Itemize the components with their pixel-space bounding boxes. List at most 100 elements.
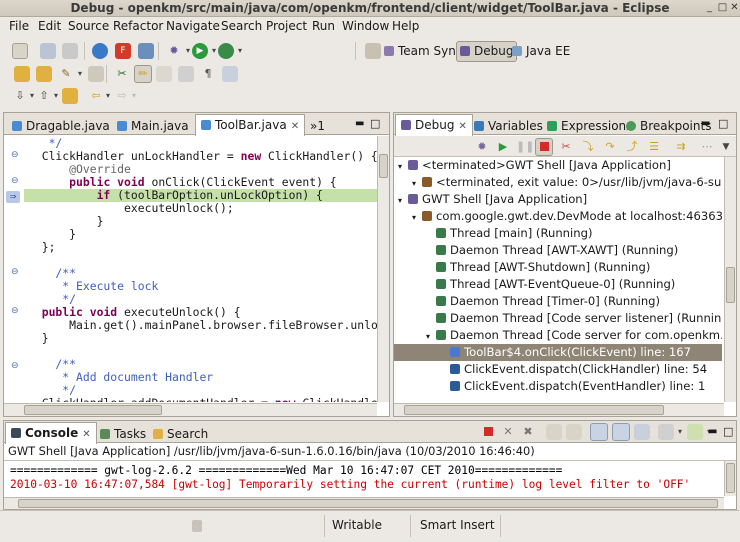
- resume-icon[interactable]: ▶: [495, 139, 511, 155]
- menu-window[interactable]: Window: [342, 19, 389, 33]
- show-whitespace-icon[interactable]: ¶: [200, 66, 216, 82]
- remove-all-icon[interactable]: ✖: [520, 424, 536, 440]
- fold-icon[interactable]: ⊖: [11, 362, 19, 371]
- scroll-thumb[interactable]: [726, 267, 735, 303]
- stack-frame[interactable]: ToolBar$4.onClick(ClickEvent) line: 167: [394, 344, 722, 361]
- menu-project[interactable]: Project: [266, 19, 307, 33]
- scroll-thumb[interactable]: [18, 499, 718, 508]
- tab-debug[interactable]: Debug ✕: [395, 114, 473, 136]
- show-stdout-icon[interactable]: [590, 423, 608, 441]
- scroll-lock-icon[interactable]: [566, 424, 582, 440]
- expand-toggle-icon[interactable]: ▾: [426, 328, 436, 344]
- menu-run[interactable]: Run: [312, 19, 335, 33]
- skip-breakpoints-icon[interactable]: ✂: [114, 66, 130, 82]
- highlight-icon[interactable]: ✏: [134, 65, 152, 83]
- disabled-icon[interactable]: [88, 66, 104, 82]
- menu-refactor[interactable]: Refactor: [113, 19, 163, 33]
- remove-launch-icon[interactable]: ✕: [500, 424, 516, 440]
- menu-edit[interactable]: Edit: [38, 19, 61, 33]
- scroll-thumb[interactable]: [379, 154, 388, 178]
- perspective-debug[interactable]: Debug: [456, 41, 518, 62]
- maximize-view-icon[interactable]: □: [370, 117, 380, 130]
- step-into-icon[interactable]: ⤵: [580, 139, 596, 155]
- fold-icon[interactable]: ⊖: [11, 151, 19, 160]
- tree-node[interactable]: ▾ <terminated, exit value: 0>/usr/lib/jvm…: [394, 174, 722, 191]
- tree-node[interactable]: Thread [main] (Running): [394, 225, 722, 242]
- tree-node[interactable]: Daemon Thread [AWT-XAWT] (Running): [394, 242, 722, 259]
- debug-menu-icon[interactable]: ⋯: [699, 139, 715, 155]
- chevron-down-icon[interactable]: ▾: [672, 424, 688, 440]
- minimize-view-icon[interactable]: ▬: [708, 426, 717, 437]
- code-editor[interactable]: */ ClickHandler unLockHandler = new Clic…: [24, 136, 377, 402]
- save-icon[interactable]: [40, 43, 56, 59]
- chevron-down-icon[interactable]: ▾: [232, 43, 248, 59]
- tree-node[interactable]: ▾ <terminated>GWT Shell [Java Application…: [394, 157, 722, 174]
- terminate-button[interactable]: [535, 138, 553, 156]
- expand-toggle-icon[interactable]: ▾: [412, 209, 422, 225]
- editor-vertical-scrollbar[interactable]: [377, 136, 389, 402]
- maximize-icon[interactable]: □: [717, 3, 728, 14]
- minimize-icon[interactable]: _: [704, 3, 715, 14]
- tab-variables[interactable]: Variables: [468, 115, 549, 135]
- tree-node[interactable]: ▾ GWT Shell [Java Application]: [394, 191, 722, 208]
- menu-help[interactable]: Help: [392, 19, 419, 33]
- open-perspective-icon[interactable]: [365, 43, 381, 59]
- console-output[interactable]: ============= gwt-log-2.6.2 ============…: [4, 461, 724, 496]
- debug-vertical-scrollbar[interactable]: [724, 157, 736, 402]
- terminate-button[interactable]: [480, 424, 496, 440]
- clear-console-icon[interactable]: [546, 424, 562, 440]
- suspend-icon[interactable]: ❚❚: [516, 139, 534, 155]
- show-stderr-icon[interactable]: [612, 423, 630, 441]
- new-icon[interactable]: [12, 43, 28, 59]
- tab-toolbar[interactable]: ToolBar.java ✕: [195, 114, 306, 136]
- console-horizontal-scrollbar[interactable]: [4, 497, 724, 509]
- close-tab-icon[interactable]: ✕: [291, 121, 299, 132]
- debug-tree[interactable]: ▾ <terminated>GWT Shell [Java Application…: [394, 157, 736, 402]
- remove-launch-icon[interactable]: ✹: [474, 139, 490, 155]
- tree-node[interactable]: Thread [AWT-Shutdown] (Running): [394, 259, 722, 276]
- drop-to-frame-icon[interactable]: ☰: [646, 139, 662, 155]
- close-icon[interactable]: ✕: [729, 3, 740, 14]
- menu-file[interactable]: File: [9, 19, 29, 33]
- tab-tasks[interactable]: Tasks: [94, 423, 152, 443]
- last-edit-icon[interactable]: [62, 88, 78, 104]
- stack-frame[interactable]: ClickEvent.dispatch(EventHandler) line: …: [394, 378, 722, 395]
- minimize-view-icon[interactable]: ▬: [701, 118, 710, 129]
- menu-navigate[interactable]: Navigate: [166, 19, 220, 33]
- menu-source[interactable]: Source: [68, 19, 109, 33]
- step-over-icon[interactable]: ↷: [602, 139, 618, 155]
- tree-node[interactable]: Daemon Thread [Timer-0] (Running): [394, 293, 722, 310]
- toggle-comment-icon[interactable]: [222, 66, 238, 82]
- scroll-thumb[interactable]: [24, 405, 162, 415]
- monitor-icon[interactable]: [138, 43, 154, 59]
- open-folder-icon[interactable]: [36, 66, 52, 82]
- chevron-down-icon[interactable]: ▾: [72, 66, 88, 82]
- fold-icon[interactable]: ⊖: [11, 307, 19, 316]
- maximize-view-icon[interactable]: □: [723, 425, 733, 438]
- tab-overflow[interactable]: »1: [304, 115, 331, 135]
- tree-node[interactable]: Thread [AWT-EventQueue-0] (Running): [394, 276, 722, 293]
- chevron-down-icon[interactable]: ▾: [126, 88, 142, 104]
- mark-occurrences-icon[interactable]: [156, 66, 172, 82]
- console-vertical-scrollbar[interactable]: [724, 461, 736, 496]
- view-menu-icon[interactable]: ▼: [718, 139, 734, 155]
- tree-node[interactable]: Daemon Thread [Code server listener] (Ru…: [394, 310, 722, 327]
- tab-main[interactable]: Main.java: [111, 115, 195, 135]
- block-selection-icon[interactable]: [178, 66, 194, 82]
- tree-node[interactable]: ▾ Daemon Thread [Code server for com.open…: [394, 327, 722, 344]
- globe-icon[interactable]: [92, 43, 108, 59]
- expand-toggle-icon[interactable]: ▾: [398, 192, 408, 208]
- perspective-javaee[interactable]: Java EE: [512, 43, 570, 61]
- step-return-icon[interactable]: ⤴: [624, 139, 640, 155]
- expand-toggle-icon[interactable]: ▾: [398, 158, 408, 174]
- fold-icon[interactable]: ⊖: [11, 268, 19, 277]
- scroll-thumb[interactable]: [726, 463, 735, 493]
- window-titlebar[interactable]: Debug - openkm/src/main/java/com/openkm/…: [0, 0, 740, 17]
- scroll-thumb[interactable]: [404, 405, 664, 415]
- open-type-icon[interactable]: [14, 66, 30, 82]
- use-step-filters-icon[interactable]: ⇉: [673, 139, 689, 155]
- tree-node[interactable]: ▾ com.google.gwt.dev.DevMode at localhost…: [394, 208, 722, 225]
- close-tab-icon[interactable]: ✕: [82, 429, 90, 440]
- stack-frame[interactable]: ClickEvent.dispatch(ClickHandler) line: …: [394, 361, 722, 378]
- print-icon[interactable]: [62, 43, 78, 59]
